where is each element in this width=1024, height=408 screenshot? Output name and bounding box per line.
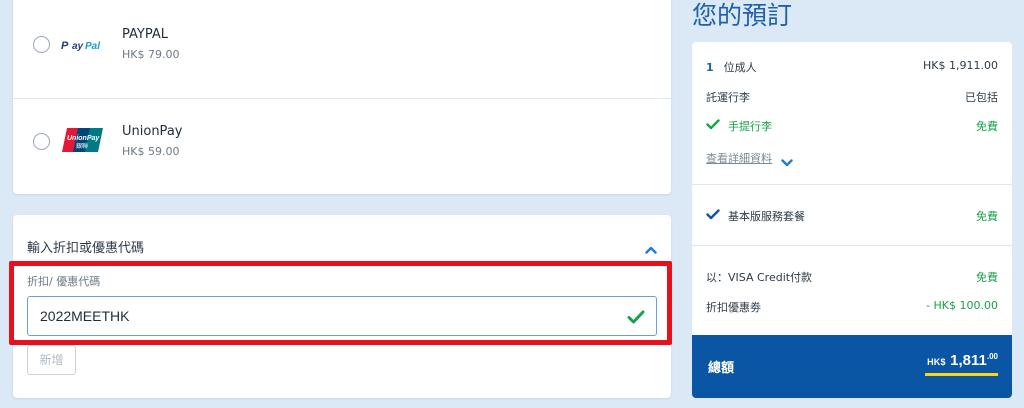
- chevron-down-icon[interactable]: [781, 152, 793, 171]
- svg-text:P: P: [61, 40, 69, 52]
- add-promo-button[interactable]: 新增: [27, 345, 76, 375]
- passengers-qty: 1: [706, 61, 714, 74]
- chevron-up-icon[interactable]: [645, 239, 657, 258]
- total-label: 總額: [708, 361, 735, 376]
- coupon-value: - HK$ 100.00: [926, 299, 998, 312]
- payment-price: HK$ 59.00: [122, 145, 180, 158]
- hand-baggage-label: 手提行李: [728, 120, 772, 133]
- checked-baggage-value: 已包括: [965, 91, 998, 104]
- total-amount-value: 1,811: [950, 352, 987, 369]
- payment-name: PAYPAL: [122, 27, 168, 42]
- unionpay-radio[interactable]: [33, 133, 50, 150]
- payment-options-card: P ay Pal PAYPAL HK$ 79.00 UnionPay 銀聯 Un…: [13, 0, 671, 194]
- payment-name: UnionPay: [122, 124, 183, 139]
- total-underline: [925, 373, 998, 376]
- svg-text:銀聯: 銀聯: [76, 142, 88, 150]
- coupon-label: 折扣優惠劵: [706, 301, 761, 314]
- svg-text:UnionPay: UnionPay: [67, 135, 100, 142]
- total-amount: HK$ 1,811.00: [927, 352, 998, 370]
- passengers-price: HK$ 1,911.00: [923, 59, 998, 72]
- total-currency: HK$: [927, 357, 946, 367]
- check-icon: [706, 209, 720, 223]
- passengers-label: 位成人: [723, 61, 757, 74]
- promo-code-card: 輸入折扣或優惠代碼 折扣/ 優惠代碼 新增: [13, 215, 671, 398]
- payment-method-value: 免費: [976, 271, 998, 284]
- check-icon: [627, 309, 645, 328]
- payment-method-label: 以：VISA Credit付款: [706, 271, 813, 284]
- check-icon: [706, 119, 720, 133]
- hand-baggage-value: 免費: [976, 120, 998, 133]
- promo-code-input[interactable]: [27, 296, 657, 336]
- paypal-radio[interactable]: [33, 36, 50, 53]
- divider: [692, 245, 1012, 246]
- payment-option-unionpay[interactable]: UnionPay 銀聯 UnionPay HK$ 59.00: [13, 98, 671, 194]
- checked-baggage-label: 託運行李: [706, 91, 750, 104]
- service-package-value: 免費: [976, 210, 998, 223]
- unionpay-logo-icon: UnionPay 銀聯: [61, 125, 105, 159]
- payment-option-paypal[interactable]: P ay Pal PAYPAL HK$ 79.00: [13, 0, 671, 96]
- total-cents: .00: [986, 352, 998, 361]
- divider: [692, 184, 1012, 185]
- booking-summary-panel: 1 位成人 HK$ 1,911.00 託運行李 已包括 手提行李 免費 查看詳細資…: [692, 42, 1012, 398]
- svg-text:Pal: Pal: [85, 41, 100, 52]
- promo-section-title[interactable]: 輸入折扣或優惠代碼: [27, 237, 144, 256]
- service-package-label: 基本版服務套餐: [728, 210, 805, 223]
- payment-price: HK$ 79.00: [122, 48, 180, 61]
- svg-text:ay: ay: [72, 41, 84, 52]
- view-details-link[interactable]: 查看詳細資料: [706, 150, 772, 166]
- booking-summary-title: 您的預訂: [692, 1, 793, 30]
- promo-field-label: 折扣/ 優惠代碼: [27, 275, 101, 288]
- total-bar: 總額 HK$ 1,811.00: [692, 335, 1012, 398]
- paypal-logo-icon: P ay Pal: [61, 37, 111, 56]
